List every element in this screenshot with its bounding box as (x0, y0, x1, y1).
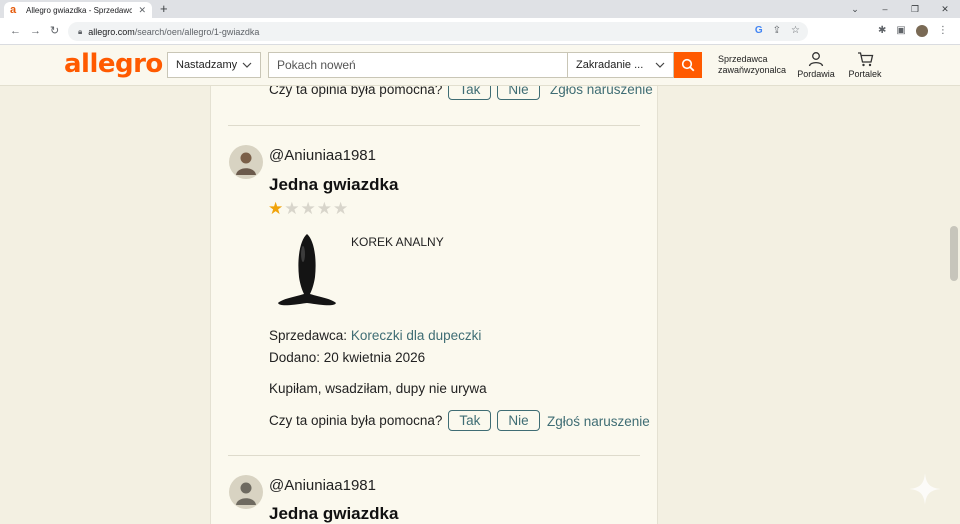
helpful-yes-button[interactable]: Tak (448, 410, 492, 431)
star-filled-icon: ★ (268, 199, 284, 218)
star-empty-icon: ★ (284, 199, 300, 218)
bookmark-star-icon[interactable]: ☆ (791, 25, 800, 36)
avatar[interactable] (229, 475, 263, 509)
close-tab-icon[interactable]: ✕ (138, 5, 146, 16)
star-empty-icon: ★ (300, 199, 316, 218)
seller-label: Sprzedawca: (269, 328, 348, 343)
reload-icon[interactable]: ↻ (50, 24, 59, 38)
product-name[interactable]: KOREK ANALNY (351, 235, 444, 249)
account-button[interactable]: Pordawia (796, 51, 836, 79)
cart-label: Portalek (848, 69, 882, 79)
restore-icon[interactable]: ❐ (900, 2, 930, 16)
star-empty-icon: ★ (333, 199, 349, 218)
chevron-down-icon (242, 62, 252, 68)
minimize-icon[interactable]: – (870, 2, 900, 16)
review-divider (228, 455, 640, 456)
review-text: Kupiłam, wsadziłam, dupy nie urywa (269, 381, 487, 396)
allegro-favicon-icon: a (10, 4, 17, 16)
close-window-icon[interactable]: ✕ (930, 2, 960, 16)
helpful-yes-button[interactable]: Tak (448, 86, 492, 100)
menu-icon[interactable]: ⋮ (938, 25, 948, 37)
helpful-question: Czy ta opinia była pomocna? (269, 413, 443, 428)
user-icon (808, 52, 824, 67)
product-photo-icon (278, 234, 336, 306)
share-icon[interactable]: ⇪ (773, 25, 781, 36)
browser-tab-strip: a Allegro gwiazdka - Sprzedawca ✕ + ⌄ – … (0, 0, 960, 18)
site-header: allegro Nastadzamy Zakradanie ... Sprzed… (0, 45, 960, 86)
page-scrollbar[interactable] (950, 226, 958, 281)
tab-title: Allegro gwiazdka - Sprzedawca (26, 5, 133, 15)
allegro-logo[interactable]: allegro (64, 49, 163, 79)
search-button[interactable] (674, 52, 702, 78)
report-link[interactable]: Zgłoś naruszenie (547, 414, 650, 429)
profile-avatar[interactable] (915, 25, 928, 37)
default-user-icon (236, 482, 256, 505)
forward-icon[interactable]: → (30, 24, 41, 38)
seller-link[interactable]: Sprzedawca zawaňwzyonalca (718, 54, 790, 76)
category-select[interactable]: Nastadzamy (167, 52, 261, 78)
url-text: allegro.com/search/oen/allegro/1-gwiazdk… (88, 26, 260, 37)
page-content: Czy ta opinia była pomocna? Tak Nie Zgło… (0, 86, 960, 524)
seller-line: Sprzedawca: Koreczki dla dupeczki (269, 328, 481, 343)
helpful-no-button[interactable]: Nie (497, 86, 540, 100)
star-empty-icon: ★ (316, 199, 332, 218)
search-scope-value: Zakradanie ... (576, 59, 644, 71)
tab-search-icon[interactable]: ⌄ (840, 2, 870, 16)
extensions-icon[interactable]: ✱ (878, 25, 886, 37)
window-controls: ⌄ – ❐ ✕ (840, 2, 960, 16)
product-image[interactable] (276, 232, 338, 315)
cart-button[interactable]: Portalek (846, 51, 884, 79)
lock-icon: 🔒︎ (78, 26, 83, 36)
review-username[interactable]: @Aniuniaa1981 (269, 477, 376, 494)
browser-tab[interactable]: a Allegro gwiazdka - Sprzedawca ✕ (4, 2, 152, 18)
category-select-value: Nastadzamy (176, 59, 238, 71)
helpful-row: Czy ta opinia była pomocna? Tak Nie (269, 410, 540, 431)
helpful-row-previous: Czy ta opinia była pomocna? Tak Nie (269, 86, 540, 100)
seller-link[interactable]: Koreczki dla dupeczki (351, 328, 482, 343)
chevron-down-icon (655, 62, 665, 68)
helpful-question: Czy ta opinia była pomocna? (269, 86, 443, 97)
review-title: Jedna gwiazdka (269, 175, 399, 194)
report-link[interactable]: Zgłoś naruszenie (550, 86, 653, 97)
avatar[interactable] (229, 145, 263, 179)
address-bar[interactable]: 🔒︎ allegro.com/search/oen/allegro/1-gwia… (68, 22, 808, 41)
user-photo-icon (236, 152, 256, 175)
google-icon[interactable]: G (755, 25, 763, 36)
star-rating: ★ ★ ★ ★ ★ (268, 200, 348, 217)
sparkle-icon (909, 473, 941, 505)
review-username[interactable]: @Aniuniaa1981 (269, 147, 376, 164)
review-divider (228, 125, 640, 126)
helpful-no-button[interactable]: Nie (497, 410, 540, 431)
review-date: Dodano: 20 kwietnia 2026 (269, 350, 426, 365)
search-scope-select[interactable]: Zakradanie ... (567, 53, 673, 77)
account-label: Pordawia (797, 69, 835, 79)
search-icon (681, 58, 695, 72)
back-icon[interactable]: ← (10, 24, 21, 38)
side-panel-icon[interactable]: ▣ (896, 25, 905, 37)
search-box: Zakradanie ... (268, 52, 674, 78)
cart-icon (857, 52, 873, 67)
new-tab-icon[interactable]: + (160, 2, 168, 16)
browser-toolbar: ← → ↻ 🔒︎ allegro.com/search/oen/allegro/… (0, 18, 960, 45)
search-input[interactable] (269, 53, 567, 77)
review-title: Jedna gwiazdka (269, 504, 399, 523)
